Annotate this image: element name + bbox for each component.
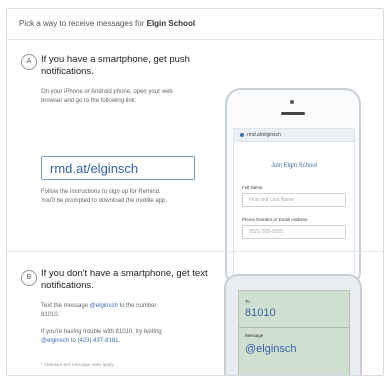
option-a-badge: A: [21, 54, 37, 70]
text-mid: to the number: [117, 303, 157, 309]
trouble-number: (423) 437-8181: [77, 338, 119, 344]
trouble-instructions: If you're having trouble with 81010, try…: [41, 328, 181, 346]
text-code: @elginsch: [89, 303, 118, 309]
contact-label: Phone Number or Email Address: [242, 217, 308, 222]
school-name: Elgin School: [146, 19, 196, 28]
camera-dot: [290, 100, 294, 104]
contact-field: (555) 555-5555: [242, 225, 346, 239]
smartphone-follow-up: Follow the instructions to sign up for R…: [41, 189, 168, 204]
smartphone-section: A If you have a smartphone, get push not…: [7, 40, 383, 289]
lock-icon: [240, 132, 244, 137]
text-instructions: Text the message @elginsch to the number…: [41, 302, 176, 320]
text-end: .: [57, 312, 60, 318]
to-value: 81010: [245, 307, 276, 319]
panel-header: Pick a way to receive messages for Elgin…: [7, 9, 383, 40]
trouble-prefix: If you're having trouble with 81010, try…: [41, 329, 162, 335]
header-prefix: Pick a way to receive messages for: [19, 19, 147, 28]
url-text: rmd.at/elginsch: [247, 132, 281, 138]
phone-screen: To 81010 Message @elginsch: [238, 290, 350, 375]
text-section: B If you don't have a smartphone, get te…: [7, 251, 383, 375]
message-label: Message: [245, 333, 264, 338]
browser-url-bar: rmd.at/elginsch: [234, 129, 354, 142]
feature-phone-illustration: To 81010 Message @elginsch: [224, 274, 362, 375]
short-link[interactable]: rmd.at/elginsch: [41, 156, 195, 180]
message-value: @elginsch: [245, 343, 297, 355]
signup-panel: Pick a way to receive messages for Elgin…: [6, 8, 384, 376]
to-label: To: [245, 299, 250, 304]
join-heading: Join Elgin School: [270, 163, 318, 169]
full-name-label: Full Name: [242, 185, 263, 190]
trouble-end: .: [118, 338, 121, 344]
trouble-code: @elginsch: [41, 338, 70, 344]
smartphone-instructions: On your iPhone or Android phone, open yo…: [41, 89, 173, 104]
divider: [239, 327, 349, 328]
text-prefix: Text the message: [41, 303, 90, 309]
text-title: If you don't have a smartphone, get text…: [41, 268, 208, 291]
full-name-field: First and Last Name: [242, 193, 346, 207]
option-b-badge: B: [21, 270, 37, 286]
speaker-bar: [281, 112, 305, 115]
rates-footnote: * Standard text message rates apply.: [41, 362, 115, 367]
smartphone-title: If you have a smartphone, get push notif…: [41, 54, 190, 77]
text-number: 81010: [41, 312, 58, 318]
